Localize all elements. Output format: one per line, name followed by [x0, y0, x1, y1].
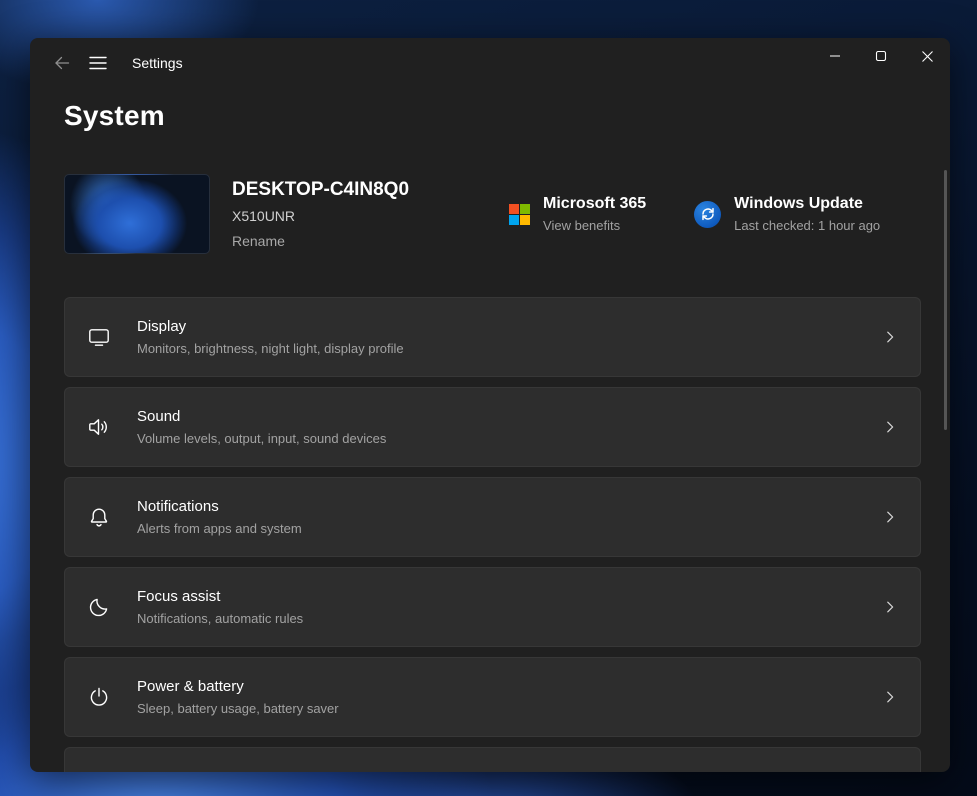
- back-button[interactable]: [44, 46, 80, 80]
- windows-update-card[interactable]: Windows Update Last checked: 1 hour ago: [694, 194, 880, 235]
- microsoft-365-title: Microsoft 365: [543, 194, 646, 214]
- page-title: System: [64, 100, 921, 132]
- chevron-right-icon: [883, 600, 897, 614]
- device-name: DESKTOP-C4IN8Q0: [232, 177, 409, 203]
- settings-item-description: Volume levels, output, input, sound devi…: [137, 430, 386, 448]
- device-info: DESKTOP-C4IN8Q0 X510UNR Rename: [232, 177, 409, 252]
- sound-icon: [87, 415, 111, 439]
- navigation-menu-button[interactable]: [80, 46, 116, 80]
- window-title: Settings: [132, 55, 183, 71]
- titlebar: Settings: [30, 38, 950, 88]
- device-model: X510UNR: [232, 205, 409, 227]
- settings-item-description: Alerts from apps and system: [137, 520, 302, 538]
- microsoft-365-card[interactable]: Microsoft 365 View benefits: [509, 194, 646, 235]
- main-content: System DESKTOP-C4IN8Q0 X510UNR Rename Mi…: [30, 100, 950, 772]
- device-thumbnail: [64, 174, 210, 254]
- rename-button[interactable]: Rename: [232, 230, 409, 252]
- windows-update-status: Last checked: 1 hour ago: [734, 217, 880, 235]
- chevron-right-icon: [883, 420, 897, 434]
- settings-item-label: Display: [137, 317, 404, 337]
- minimize-button[interactable]: [812, 38, 858, 74]
- settings-item-power-battery[interactable]: Power & battery Sleep, battery usage, ba…: [64, 657, 921, 737]
- minimize-icon: [829, 50, 841, 62]
- notifications-icon: [87, 505, 111, 529]
- chevron-right-icon: [883, 510, 897, 524]
- back-icon: [54, 55, 70, 71]
- settings-item-label: Sound: [137, 407, 386, 427]
- focus-assist-icon: [87, 595, 111, 619]
- maximize-icon: [875, 50, 887, 62]
- sync-icon: [694, 201, 721, 228]
- settings-item-label: Power & battery: [137, 677, 339, 697]
- settings-item-partial[interactable]: [64, 747, 921, 772]
- close-icon: [921, 50, 934, 63]
- chevron-right-icon: [883, 330, 897, 344]
- settings-item-description: Sleep, battery usage, battery saver: [137, 700, 339, 718]
- menu-icon: [89, 56, 107, 70]
- settings-item-sound[interactable]: Sound Volume levels, output, input, soun…: [64, 387, 921, 467]
- settings-item-focus-assist[interactable]: Focus assist Notifications, automatic ru…: [64, 567, 921, 647]
- maximize-button[interactable]: [858, 38, 904, 74]
- windows-update-title: Windows Update: [734, 194, 880, 214]
- settings-window: Settings System DESKTOP-C4IN8Q0: [30, 38, 950, 772]
- microsoft-365-subtitle[interactable]: View benefits: [543, 217, 646, 235]
- settings-item-notifications[interactable]: Notifications Alerts from apps and syste…: [64, 477, 921, 557]
- settings-item-label: Focus assist: [137, 587, 303, 607]
- power-icon: [87, 685, 111, 709]
- desktop-wallpaper: Settings System DESKTOP-C4IN8Q0: [0, 0, 977, 796]
- settings-item-label: Notifications: [137, 497, 302, 517]
- settings-item-description: Notifications, automatic rules: [137, 610, 303, 628]
- window-controls: [812, 38, 950, 74]
- settings-item-description: Monitors, brightness, night light, displ…: [137, 340, 404, 358]
- close-button[interactable]: [904, 38, 950, 74]
- settings-item-display[interactable]: Display Monitors, brightness, night ligh…: [64, 297, 921, 377]
- vertical-scrollbar[interactable]: [944, 170, 947, 430]
- device-header: DESKTOP-C4IN8Q0 X510UNR Rename Microsoft…: [64, 174, 921, 254]
- microsoft-logo-icon: [509, 204, 530, 225]
- display-icon: [87, 325, 111, 349]
- chevron-right-icon: [883, 690, 897, 704]
- settings-list: Display Monitors, brightness, night ligh…: [64, 297, 921, 772]
